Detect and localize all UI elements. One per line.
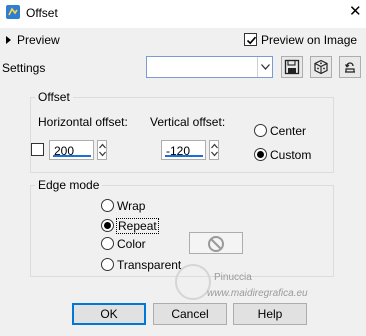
watermark-logo (175, 264, 211, 300)
color-swatch[interactable] (189, 232, 243, 254)
watermark-title: Pinuccia (214, 272, 252, 283)
no-color-icon (208, 236, 224, 252)
link-offsets-checkbox[interactable] (31, 143, 44, 156)
watermark-url: www.maidiregrafica.eu (207, 288, 308, 299)
chevron-down-icon[interactable] (257, 57, 272, 77)
center-label[interactable]: Center (270, 124, 306, 138)
edge-mode-group-title: Edge mode (35, 178, 103, 192)
color-radio[interactable] (101, 237, 114, 250)
vertical-offset-spinner[interactable]: -120 (161, 140, 219, 160)
help-button[interactable]: Help (233, 303, 307, 325)
offset-group-title: Offset (35, 90, 73, 104)
title-bar: Offset ✕ (0, 0, 366, 28)
expand-arrow-icon[interactable] (6, 36, 11, 44)
custom-radio[interactable] (254, 148, 267, 161)
dice-icon (314, 59, 328, 75)
save-icon (284, 59, 300, 75)
cancel-button[interactable]: Cancel (153, 303, 227, 325)
spin-arrows-icon[interactable] (97, 140, 107, 160)
window-title: Offset (26, 6, 58, 20)
center-radio[interactable] (254, 124, 267, 137)
reset-button[interactable] (339, 56, 361, 78)
reset-icon (344, 62, 355, 73)
horizontal-offset-label: Horizontal offset: (38, 115, 128, 129)
spin-arrows-icon[interactable] (209, 140, 219, 160)
color-label[interactable]: Color (117, 237, 146, 251)
wrap-label[interactable]: Wrap (117, 199, 145, 213)
checkmark-icon (246, 36, 257, 45)
settings-label: Settings (2, 61, 46, 75)
randomize-button[interactable] (310, 56, 332, 78)
wrap-radio[interactable] (101, 199, 114, 212)
save-preset-button[interactable] (281, 56, 303, 78)
preview-on-image-label[interactable]: Preview on Image (261, 33, 357, 47)
preview-on-image-checkbox[interactable] (244, 33, 257, 46)
transparent-radio[interactable] (101, 258, 114, 271)
settings-combo[interactable] (146, 56, 273, 78)
repeat-radio[interactable] (101, 219, 114, 232)
transparent-label[interactable]: Transparent (117, 258, 181, 272)
app-icon (6, 5, 20, 19)
preview-toggle[interactable]: Preview (17, 33, 60, 47)
horizontal-offset-spinner[interactable]: 200 (49, 140, 107, 160)
ok-button[interactable]: OK (72, 303, 146, 325)
vertical-offset-label: Vertical offset: (150, 115, 226, 129)
close-icon[interactable]: ✕ (349, 4, 362, 19)
custom-label[interactable]: Custom (270, 148, 311, 162)
repeat-label[interactable]: Repeat (116, 218, 159, 234)
